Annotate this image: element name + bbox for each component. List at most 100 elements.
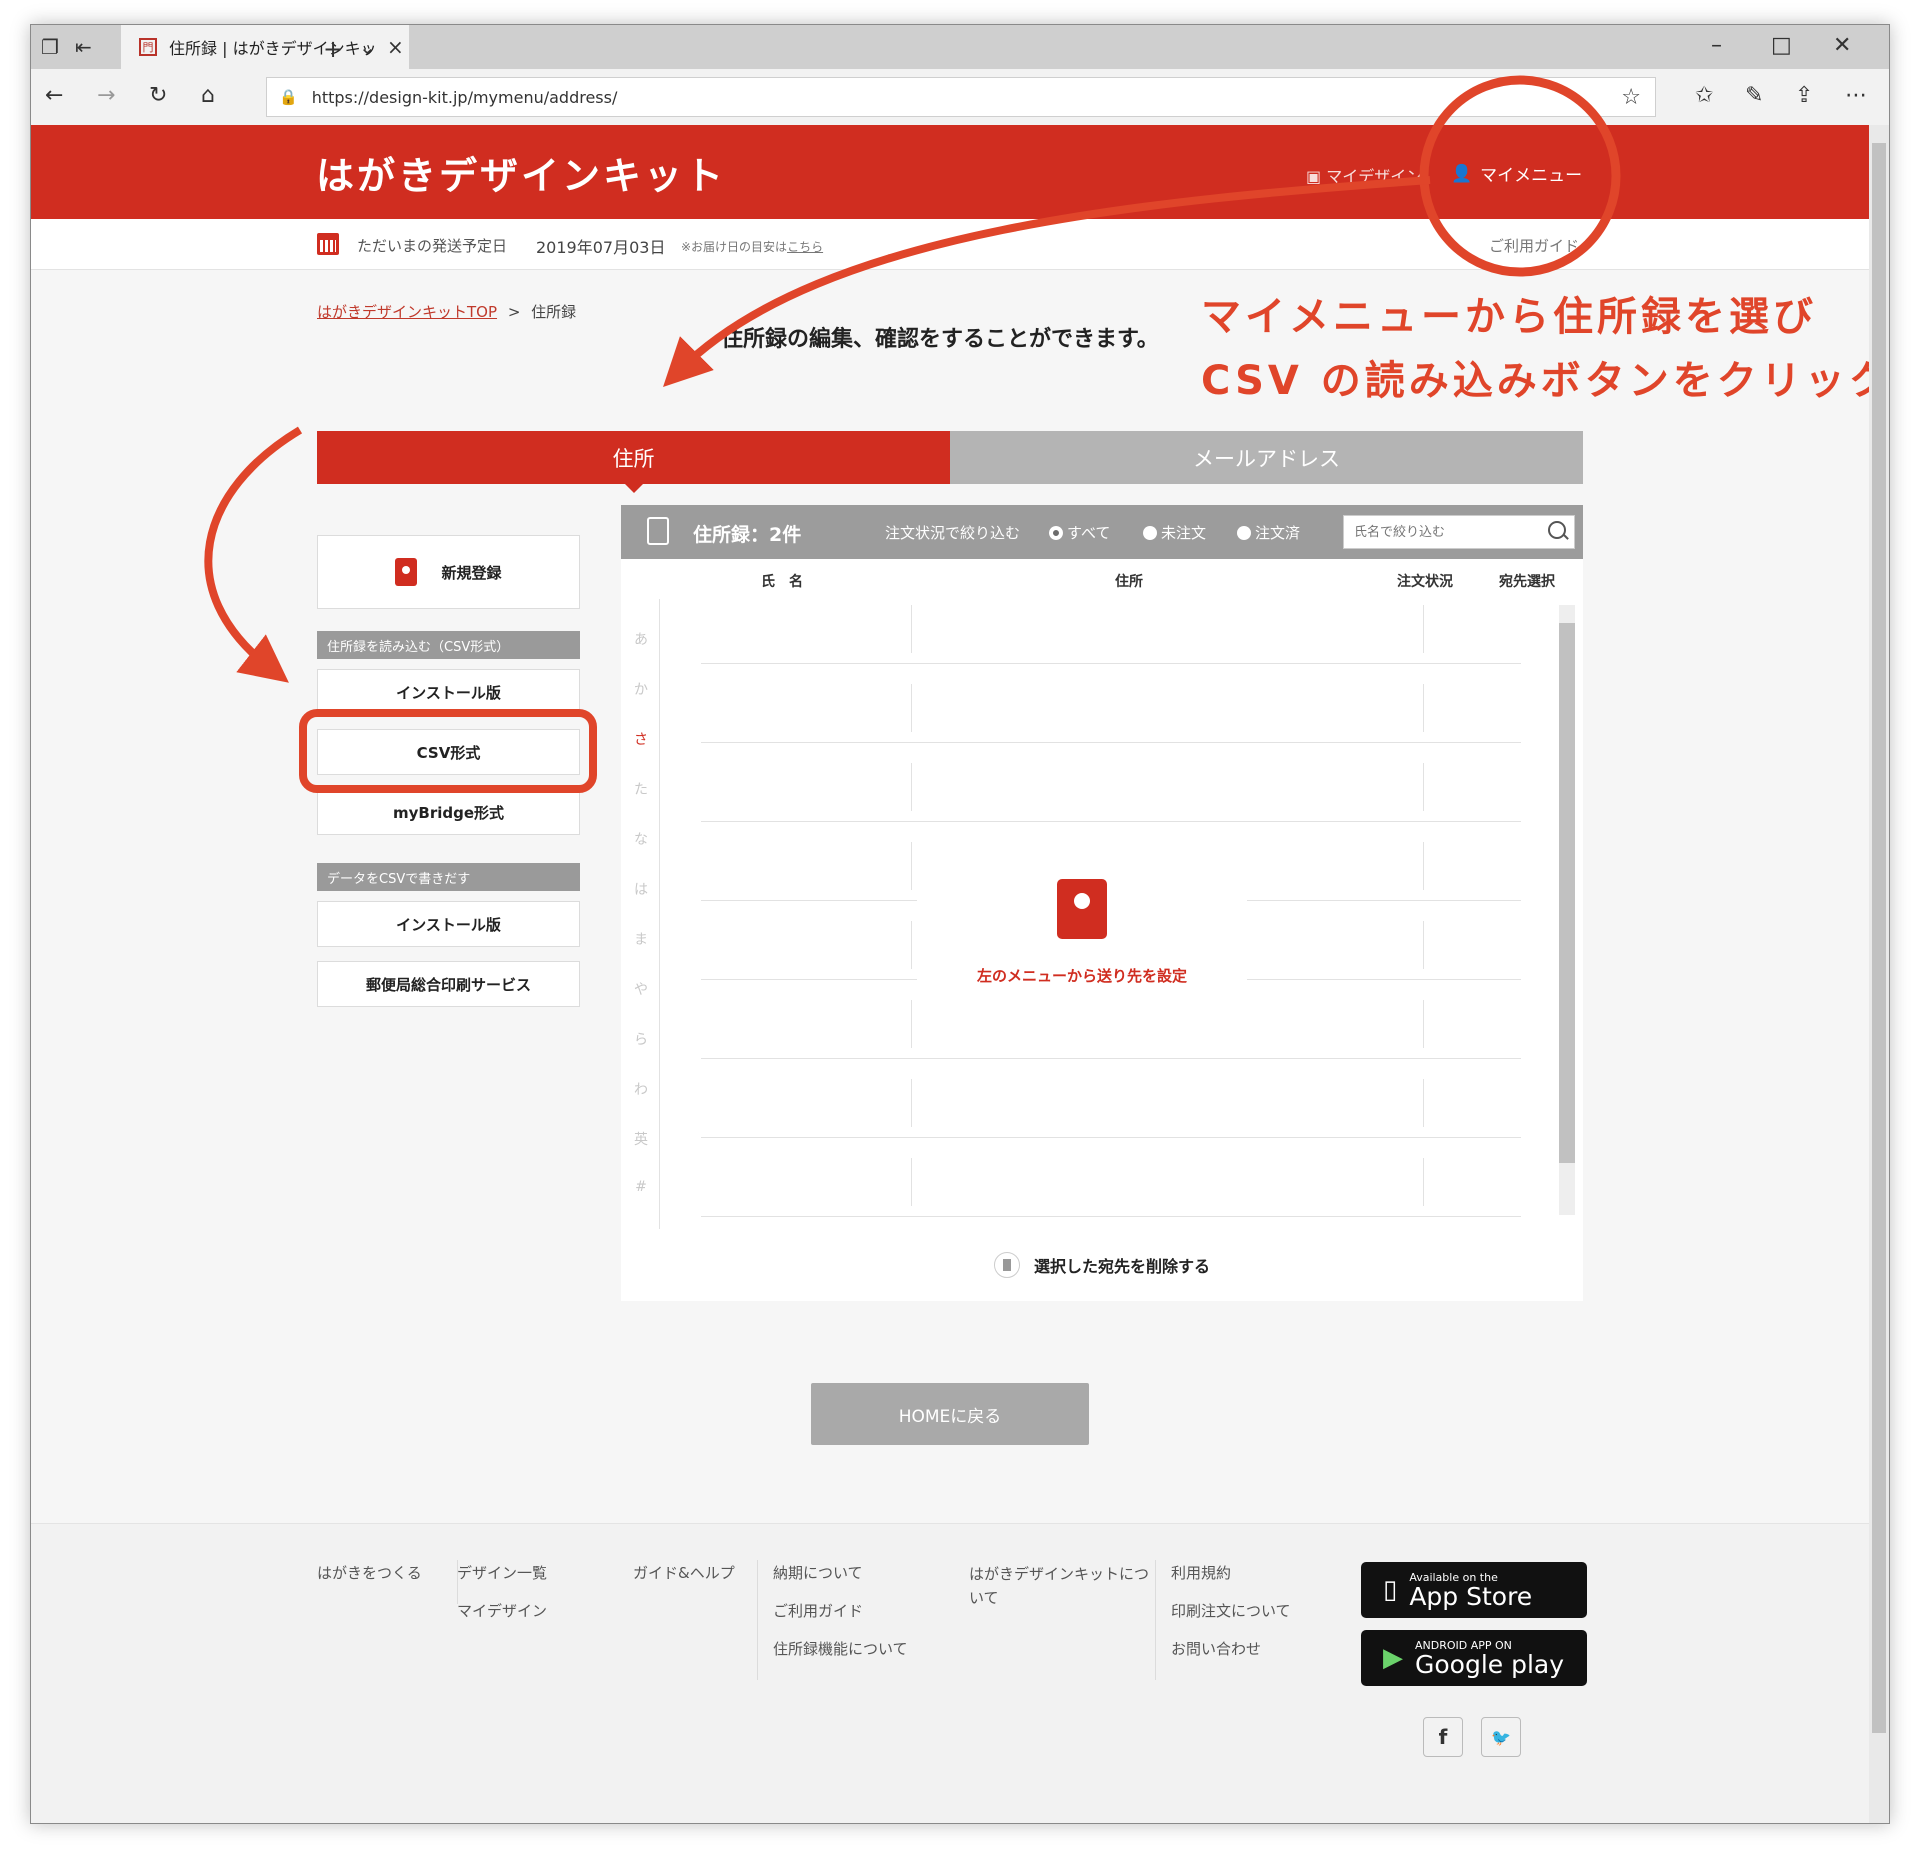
facebook-icon[interactable]: f [1423,1717,1463,1757]
maximize-icon[interactable]: □ [1771,33,1792,58]
breadcrumb: はがきデザインキットTOP > 住所録 [317,301,576,322]
tab-actions-icon[interactable]: ❐ [41,35,59,59]
grid-col-line [1423,605,1424,653]
footer-address-feature[interactable]: 住所録機能について [773,1638,908,1659]
share-icon[interactable]: ⇪ [1795,83,1813,108]
export-install-button[interactable]: インストール版 [317,901,580,947]
export-postal-button[interactable]: 郵便局総合印刷サービス [317,961,580,1007]
grid-col-line [1423,763,1424,811]
col-order-status: 注文状況 [1397,574,1453,590]
callout-line-2: CSV の読み込みボタンをクリック [1201,358,1869,404]
col-select: 宛先選択 [1499,574,1555,590]
forward-icon[interactable]: → [97,83,115,108]
footer-separator [1155,1560,1156,1680]
google-play-badge[interactable]: ▶ ANDROID APP ON Google play [1361,1630,1587,1686]
kana-index-item[interactable]: ま [631,929,651,949]
tab-title: 住所録 | はがきデザインキット [169,39,379,58]
grid-col-line [911,921,912,969]
favorite-star-icon[interactable]: ☆ [1621,85,1641,110]
delete-label: 選択した宛先を削除する [1033,1257,1210,1276]
footer-print-order[interactable]: 印刷注文について [1171,1600,1291,1621]
grid-col-line [911,1079,912,1127]
ship-date: 2019年07月03日 [536,238,666,257]
back-icon[interactable]: ← [45,83,63,108]
site-logo[interactable]: はがきデザインキット [316,145,726,200]
footer-design-list[interactable]: デザイン一覧 [457,1562,547,1583]
guide-link[interactable]: ご利用ガイド [1489,235,1579,256]
address-tabs: 住所 メールアドレス [317,431,1583,493]
pen-icon[interactable]: ✎ [1745,83,1763,108]
name-search-input[interactable] [1352,516,1536,548]
navigation-bar: ← → ↻ ⌂ 🔒 https://design-kit.jp/mymenu/a… [31,69,1889,126]
search-icon[interactable] [1548,521,1566,539]
kana-index-item[interactable]: さ [631,729,651,749]
breadcrumb-home[interactable]: はがきデザインキットTOP [317,303,497,321]
grid-col-line [1423,1158,1424,1206]
kana-index-item[interactable]: あ [631,629,651,649]
empty-message: 左のメニューから送り先を設定 [976,967,1187,985]
radio-unordered[interactable]: 未注文 [1143,522,1206,543]
page-content: はがきデザインキット ▣ マイデザイン 👤 マイメニュー ただいまの発送予定日 … [31,125,1869,1823]
radio-ordered[interactable]: 注文済 [1237,522,1300,543]
favorites-list-icon[interactable]: ✩ [1695,83,1713,108]
callout-line-1: マイメニューから住所録を選び [1201,294,1817,340]
kana-index-item[interactable]: は [631,879,651,899]
app-store-badge[interactable]: ▯ Available on the App Store [1361,1562,1587,1618]
nav-mymenu[interactable]: 👤 マイメニュー [1451,161,1582,187]
grid-col-line [911,684,912,732]
grid-row-line [701,742,1521,743]
grid-row-line [701,1137,1521,1138]
new-tab-icon[interactable]: + [323,35,343,63]
column-header: 氏 名 住所 注文状況 宛先選択 [621,559,1583,600]
kana-index-item[interactable]: か [631,679,651,699]
grid-col-line [1423,1000,1424,1048]
footer-about[interactable]: はがきデザインキットについて [969,1562,1149,1610]
radio-all[interactable]: すべて [1049,522,1110,543]
footer-usage-guide[interactable]: ご利用ガイド [773,1600,863,1621]
set-aside-tabs-icon[interactable]: ⇤ [75,35,92,59]
footer-contact[interactable]: お問い合わせ [1171,1638,1261,1659]
kana-index-item[interactable]: わ [631,1079,651,1099]
index-separator [659,599,660,1229]
radio-all-label: すべて [1067,524,1111,542]
grid-scrollbar[interactable] [1559,605,1575,1215]
close-tab-icon[interactable]: × [387,35,404,59]
ship-note-link[interactable]: こちら [787,240,823,254]
delete-selected-button[interactable]: 選択した宛先を削除する [621,1229,1583,1301]
home-button[interactable]: HOMEに戻る [811,1383,1089,1445]
grid-scroll-thumb[interactable] [1559,623,1575,1163]
close-window-icon[interactable]: ✕ [1833,33,1851,58]
address-bar[interactable]: 🔒 https://design-kit.jp/mymenu/address/ … [266,77,1656,117]
import-heading: 住所録を読み込む（CSV形式） [317,631,580,659]
new-entry-button[interactable]: 新規登録 [317,535,580,609]
kana-index-item[interactable]: # [631,1179,651,1195]
tab-list-chevron-icon[interactable]: ⌄ [359,35,376,59]
footer-my-design[interactable]: マイデザイン [457,1600,547,1621]
home-icon[interactable]: ⌂ [201,83,215,108]
url-text: https://design-kit.jp/mymenu/address/ [311,87,618,107]
kana-index-item[interactable]: 英 [631,1129,651,1149]
twitter-icon[interactable]: 🐦 [1481,1717,1521,1757]
more-icon[interactable]: ⋯ [1845,83,1867,108]
page-scroll-thumb[interactable] [1872,143,1886,1733]
footer-delivery[interactable]: 納期について [773,1562,863,1583]
kana-index-item[interactable]: や [631,979,651,999]
tab-mail[interactable]: メールアドレス [950,431,1583,484]
tab-address[interactable]: 住所 [317,431,950,493]
panel-header: 住所録：2件 注文状況で絞り込む すべて 未注文 注文済 [621,505,1583,559]
kana-index-item[interactable]: ら [631,1029,651,1049]
import-mybridge-button[interactable]: myBridge形式 [317,789,580,835]
col-name: 氏 名 [761,574,803,590]
page-scrollbar[interactable] [1869,125,1889,1823]
ship-label: ただいまの発送予定日 [357,237,508,255]
minimize-icon[interactable]: – [1711,33,1722,58]
refresh-icon[interactable]: ↻ [149,83,167,108]
footer-make-card[interactable]: はがきをつくる [317,1562,422,1583]
footer-guide-help[interactable]: ガイド&ヘルプ [633,1562,735,1583]
tab-strip: ❐ ⇤ 門 住所録 | はがきデザインキット × + ⌄ – □ ✕ [31,25,1889,69]
footer-terms[interactable]: 利用規約 [1171,1562,1231,1583]
kana-index-item[interactable]: な [631,829,651,849]
nav-mydesign[interactable]: ▣ マイデザイン [1306,163,1422,187]
lock-icon: 🔒 [279,88,298,106]
kana-index-item[interactable]: た [631,779,651,799]
